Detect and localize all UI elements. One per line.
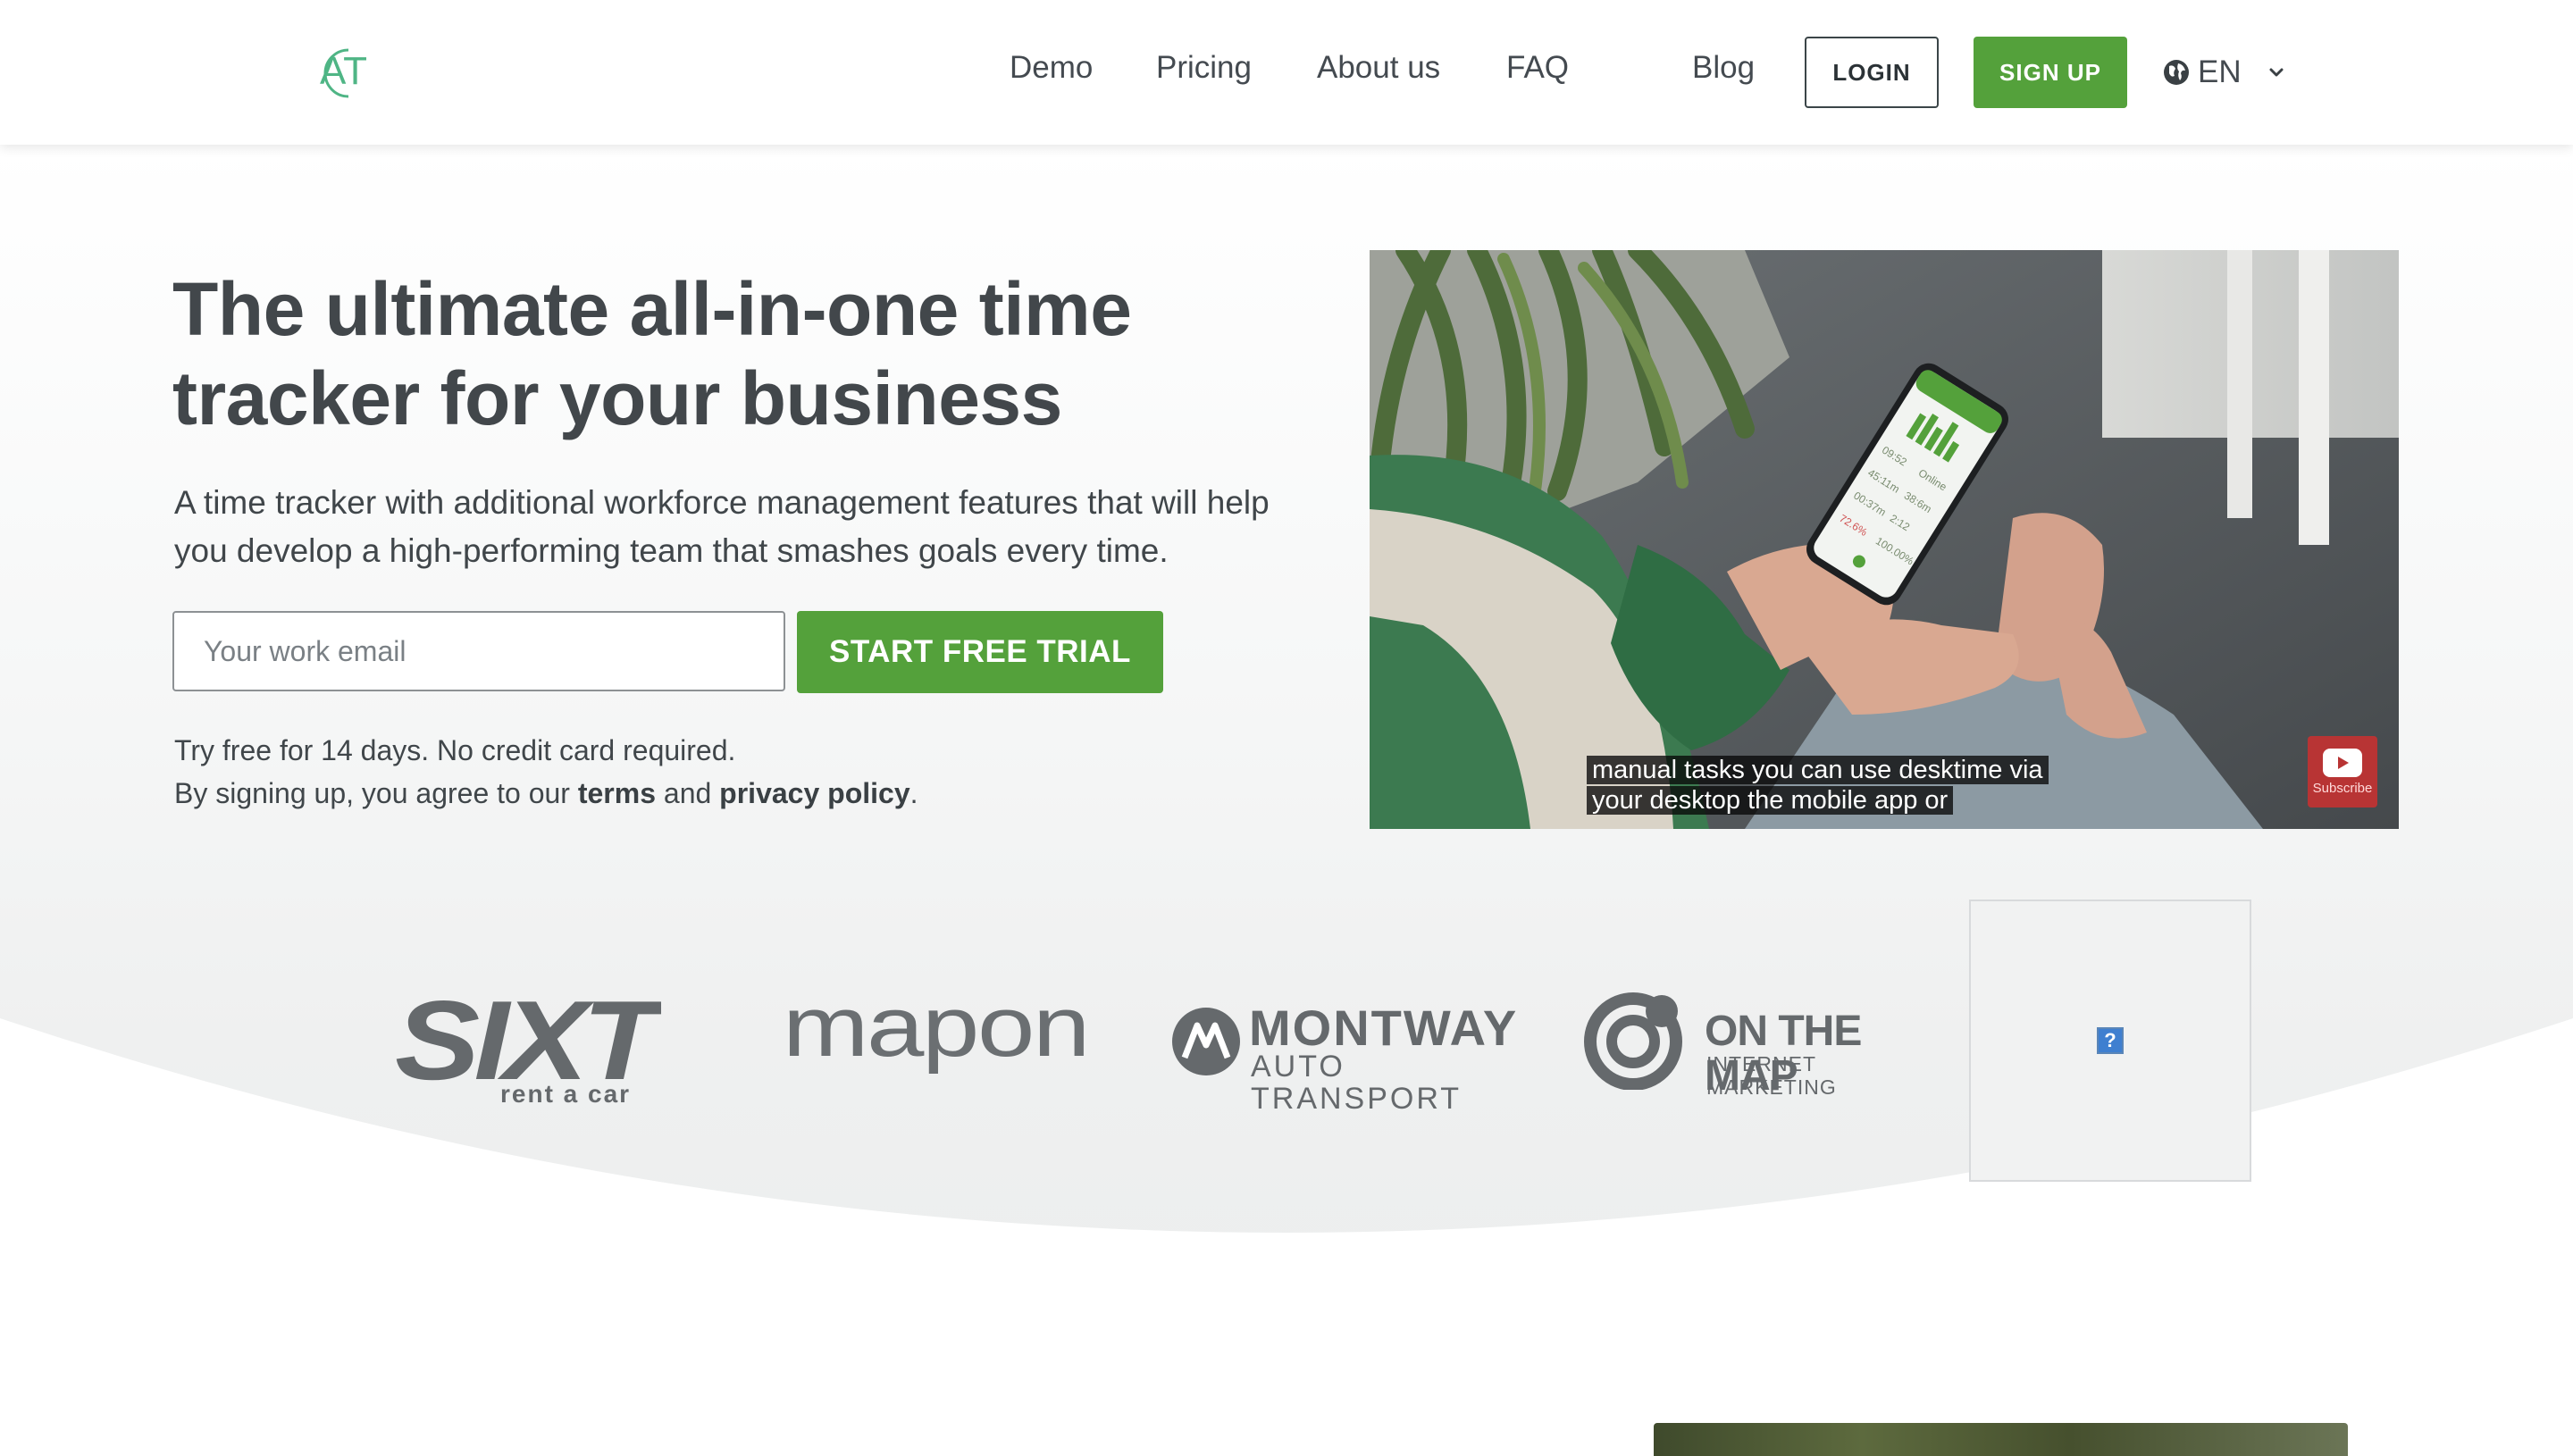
hero-subtitle: A time tracker with additional workforce…	[174, 484, 1270, 569]
montway-mark-icon	[1172, 1008, 1240, 1075]
work-email-input[interactable]	[172, 611, 785, 691]
mapon-wordmark: mapon	[783, 983, 1088, 1075]
globe-icon	[2164, 60, 2189, 85]
video-frame: 09:52 Online 45:11m 38:6m 00:37m 2:12 72…	[1370, 250, 2399, 829]
logo-text: AT	[320, 49, 367, 93]
sixt-tagline: rent a car	[500, 1080, 631, 1108]
video-caption: manual tasks you can use desktime via yo…	[1587, 755, 2051, 816]
chevron-down-icon	[2269, 68, 2284, 77]
montway-tagline: AUTO TRANSPORT	[1251, 1050, 1463, 1116]
trial-note-line1: Try free for 14 days. No credit card req…	[174, 734, 736, 766]
montway-logo: MONTWAY AUTO TRANSPORT	[1170, 1000, 1528, 1115]
period-text: .	[909, 777, 918, 809]
product-video[interactable]: 09:52 Online 45:11m 38:6m 00:37m 2:12 72…	[1370, 250, 2399, 829]
nav-about-us[interactable]: About us	[1317, 50, 1440, 86]
on-the-map-logo: ON THE MAP INTERNET MARKETING	[1583, 990, 1949, 1099]
caption-line2: your desktop the mobile app or	[1587, 786, 1954, 815]
site-header: AT Demo Pricing About us FAQ Blog LOGIN …	[0, 0, 2573, 145]
nav-pricing[interactable]: Pricing	[1156, 50, 1252, 86]
sixt-logo: SIXT rent a car	[395, 977, 661, 1108]
login-button[interactable]: LOGIN	[1805, 37, 1939, 108]
broken-image-icon: ?	[2097, 1027, 2124, 1054]
next-section-image	[1654, 1423, 2348, 1456]
subscribe-label: Subscribe	[2312, 780, 2373, 796]
caption-line1: manual tasks you can use desktime via	[1587, 756, 2049, 784]
montway-wordmark: MONTWAY	[1249, 1000, 1519, 1056]
privacy-policy-link[interactable]: privacy policy	[719, 777, 909, 809]
nav-demo[interactable]: Demo	[1010, 50, 1093, 86]
language-label: EN	[2198, 54, 2242, 89]
start-free-trial-button[interactable]: START FREE TRIAL	[797, 611, 1163, 693]
terms-link[interactable]: terms	[578, 777, 656, 809]
trial-note-line2: By signing up, you agree to our terms an…	[174, 772, 1336, 815]
hero-title: The ultimate all-in-one time tracker for…	[172, 267, 1132, 440]
agreement-text: By signing up, you agree to our	[174, 777, 578, 809]
language-selector[interactable]: EN	[2162, 52, 2288, 93]
youtube-play-icon	[2323, 748, 2362, 777]
nav-faq[interactable]: FAQ	[1506, 50, 1569, 86]
and-text: and	[656, 777, 720, 809]
on-the-map-tagline: INTERNET MARKETING	[1706, 1052, 1837, 1099]
signup-button[interactable]: SIGN UP	[1974, 37, 2127, 108]
subscribe-button[interactable]: Subscribe	[2308, 736, 2377, 807]
nav-blog[interactable]: Blog	[1692, 50, 1755, 86]
trial-note: Try free for 14 days. No credit card req…	[174, 729, 1336, 815]
missing-logo-placeholder: ?	[1969, 900, 2251, 1182]
mapon-logo: mapon	[783, 983, 1090, 1075]
target-icon	[1584, 992, 1682, 1090]
brand-logo[interactable]: AT	[314, 41, 384, 102]
